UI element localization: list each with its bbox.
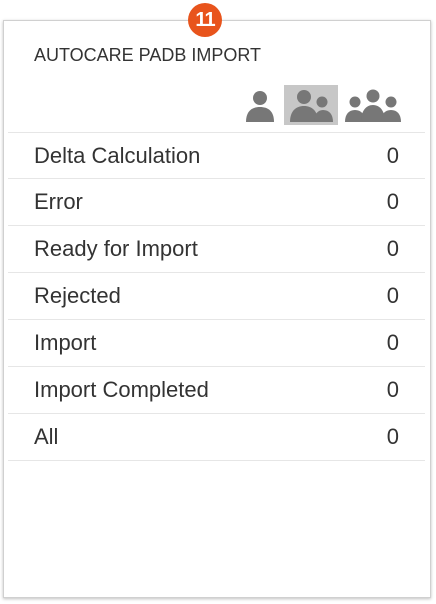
- status-label: Import Completed: [34, 377, 209, 402]
- status-label: Import: [34, 330, 97, 355]
- status-count: 0: [386, 330, 399, 355]
- status-label: Delta Calculation: [34, 142, 201, 168]
- card-title: AUTOCARE PADB IMPORT: [34, 45, 262, 65]
- status-row-import-completed[interactable]: Import Completed 0: [8, 367, 425, 414]
- status-list: Delta Calculation 0 Error 0 Ready for Im…: [4, 132, 430, 461]
- view-switcher: [240, 85, 404, 125]
- status-label: Rejected: [34, 283, 121, 308]
- status-count: 0: [386, 189, 399, 214]
- status-count: 0: [386, 377, 399, 402]
- autocare-padb-import-card: AUTOCARE PADB IMPORT Delta Calculation 0…: [3, 20, 431, 598]
- status-row-error[interactable]: Error 0: [8, 179, 425, 226]
- status-row-ready-for-import[interactable]: Ready for Import 0: [8, 226, 425, 273]
- status-count: 0: [386, 424, 399, 449]
- status-count: 0: [386, 142, 399, 168]
- status-row-delta-calculation[interactable]: Delta Calculation 0: [8, 132, 425, 179]
- status-label: Error: [34, 189, 83, 214]
- status-row-all[interactable]: All 0: [8, 414, 425, 461]
- notification-badge: 11: [188, 3, 222, 37]
- status-count: 0: [386, 283, 399, 308]
- single-user-icon[interactable]: [240, 85, 280, 125]
- status-label: All: [34, 424, 59, 449]
- group-users-icon[interactable]: [342, 85, 404, 125]
- status-row-rejected[interactable]: Rejected 0: [8, 273, 425, 320]
- two-users-icon[interactable]: [284, 85, 338, 125]
- status-row-import[interactable]: Import 0: [8, 320, 425, 367]
- status-label: Ready for Import: [34, 236, 198, 261]
- status-count: 0: [386, 236, 399, 261]
